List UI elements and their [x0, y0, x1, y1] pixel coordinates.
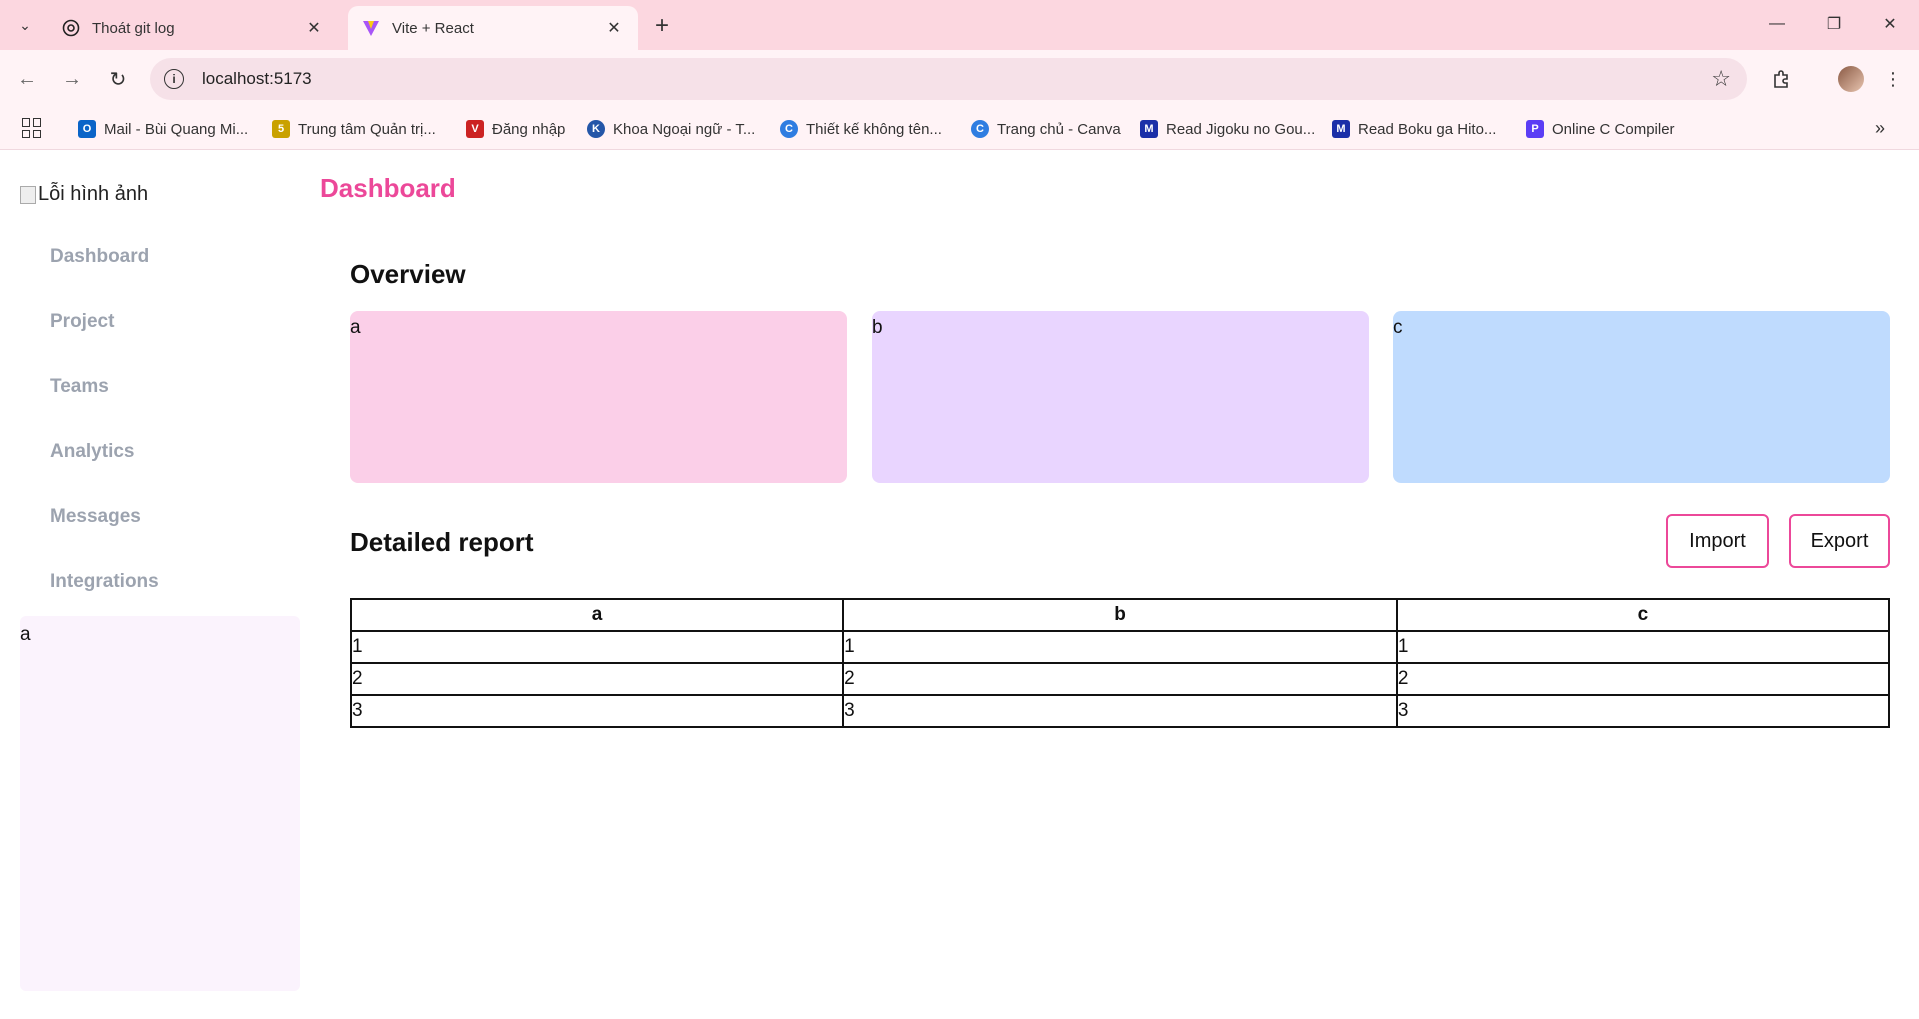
bookmarks-bar: O Mail - Bùi Quang Mi... 5 Trung tâm Quả… — [0, 108, 1919, 150]
report-table: a b c 1 1 1 2 2 2 3 3 3 — [349, 598, 1891, 728]
bookmark-jigoku[interactable]: M Read Jigoku no Gou... — [1140, 118, 1315, 140]
table-cell: 1 — [1395, 630, 1891, 664]
sidebar-item-integrations[interactable]: Integrations — [50, 571, 159, 593]
bookmark-star-icon[interactable]: ☆ — [1711, 66, 1731, 92]
back-arrow-icon[interactable]: ← — [12, 64, 42, 94]
bookmark-dang-nhap[interactable]: V Đăng nhập — [466, 118, 565, 140]
logo-alt-text: Lỗi hình ảnh — [38, 183, 149, 205]
close-tab-icon[interactable]: ✕ — [604, 18, 624, 38]
sidebar-item-messages[interactable]: Messages — [50, 506, 141, 528]
bookmark-label: Đăng nhập — [492, 120, 566, 138]
canva-icon: C — [780, 120, 798, 138]
tab-vite-react[interactable]: Vite + React ✕ — [348, 6, 638, 50]
page-viewport: Lỗi hình ảnh Dashboard Project Teams Ana… — [0, 151, 1919, 1019]
overview-card-b: b — [872, 311, 1369, 483]
overview-card-c: c — [1393, 311, 1890, 483]
bookmark-label: Khoa Ngoại ngữ - T... — [613, 120, 756, 138]
bookmark-label: Read Boku ga Hito... — [1358, 120, 1497, 138]
sidebar-item-teams[interactable]: Teams — [50, 376, 109, 398]
card-label: a — [350, 317, 361, 338]
page-title: Dashboard — [320, 173, 456, 203]
apps-grid-icon[interactable] — [22, 118, 42, 138]
broken-image-icon — [20, 185, 36, 204]
bookmark-trung-tam[interactable]: 5 Trung tâm Quản trị... — [272, 118, 436, 140]
school-icon: K — [587, 120, 605, 138]
table-cell: 1 — [349, 630, 845, 664]
bookmark-label: Read Jigoku no Gou... — [1166, 120, 1316, 138]
more-bookmarks-chevron-icon[interactable]: » — [1875, 118, 1885, 139]
table-cell: 1 — [842, 630, 1398, 664]
column-header: c — [1395, 598, 1891, 632]
table-cell: 3 — [1395, 694, 1891, 728]
profile-avatar[interactable] — [1838, 66, 1864, 92]
outlook-icon: O — [78, 120, 96, 138]
close-tab-icon[interactable]: ✕ — [304, 18, 324, 38]
table-cell: 3 — [349, 694, 845, 728]
sidebar-panel-text: a — [20, 624, 31, 645]
url-text[interactable]: localhost:5173 — [202, 69, 312, 89]
bookmark-canva[interactable]: C Trang chủ - Canva — [971, 118, 1121, 140]
bookmark-khoa-ngoai-ngu[interactable]: K Khoa Ngoại ngữ - T... — [587, 118, 755, 140]
table-cell: 2 — [1395, 662, 1891, 696]
table-cell: 3 — [842, 694, 1398, 728]
bookmark-label: Trung tâm Quản trị... — [298, 120, 436, 138]
table-cell: 2 — [349, 662, 845, 696]
column-header: b — [842, 598, 1398, 632]
tab-title: Thoát git log — [92, 19, 175, 37]
bookmark-label: Mail - Bùi Quang Mi... — [104, 120, 249, 138]
table-row: 3 3 3 — [349, 694, 1891, 728]
table-row: 1 1 1 — [349, 630, 1891, 664]
restore-icon[interactable]: ❐ — [1814, 8, 1854, 40]
sidebar: Lỗi hình ảnh Dashboard Project Teams Ana… — [20, 151, 300, 1019]
tab-thoat-git-log[interactable]: Thoát git log ✕ — [48, 6, 338, 50]
card-label: b — [872, 317, 883, 338]
sidebar-item-project[interactable]: Project — [50, 311, 114, 333]
site-info-icon[interactable]: i — [164, 69, 184, 89]
column-header: a — [349, 598, 845, 632]
canva-icon: C — [971, 120, 989, 138]
import-button[interactable]: Import — [1666, 514, 1769, 568]
tab-title: Vite + React — [392, 19, 474, 37]
bookmark-label: Trang chủ - Canva — [997, 120, 1121, 138]
admin-icon: 5 — [272, 120, 290, 138]
manga-icon: M — [1140, 120, 1158, 138]
bookmark-boku[interactable]: M Read Boku ga Hito... — [1332, 118, 1496, 140]
logo-broken-image: Lỗi hình ảnh — [20, 183, 148, 206]
overview-heading: Overview — [350, 259, 466, 289]
manga-icon: M — [1332, 120, 1350, 138]
bookmark-label: Online C Compiler — [1552, 120, 1675, 138]
login-icon: V — [466, 120, 484, 138]
tab-strip: ⌄ Thoát git log ✕ Vite + React ✕ + — ❐ ✕ — [0, 0, 1919, 50]
bookmark-thiet-ke[interactable]: C Thiết kế không tên... — [780, 118, 942, 140]
extensions-puzzle-icon[interactable] — [1767, 64, 1797, 94]
browser-toolbar: ← → ↻ i localhost:5173 ☆ ⋮ — [0, 50, 1919, 108]
tab-search-chevron-icon[interactable]: ⌄ — [10, 10, 40, 40]
detailed-report-heading: Detailed report — [350, 527, 534, 557]
table-row: 2 2 2 — [349, 662, 1891, 696]
main-content: Dashboard Overview a b c Detailed report… — [320, 151, 1900, 1019]
export-button[interactable]: Export — [1789, 514, 1890, 568]
bookmark-label: Thiết kế không tên... — [806, 120, 942, 138]
openai-icon — [62, 19, 80, 37]
address-bar[interactable]: i localhost:5173 ☆ — [150, 58, 1747, 100]
vite-icon — [362, 19, 380, 37]
bookmark-mail[interactable]: O Mail - Bùi Quang Mi... — [78, 118, 248, 140]
table-cell: 2 — [842, 662, 1398, 696]
card-label: c — [1393, 317, 1403, 338]
minimize-icon[interactable]: — — [1757, 8, 1797, 40]
overview-card-a: a — [350, 311, 847, 483]
table-header-row: a b c — [349, 598, 1891, 632]
sidebar-item-analytics[interactable]: Analytics — [50, 441, 134, 463]
bookmark-online-c[interactable]: P Online C Compiler — [1526, 118, 1675, 140]
compiler-icon: P — [1526, 120, 1544, 138]
sidebar-panel: a — [20, 616, 300, 991]
reload-icon[interactable]: ↻ — [103, 64, 133, 94]
sidebar-item-dashboard[interactable]: Dashboard — [50, 246, 149, 268]
new-tab-plus-icon[interactable]: + — [648, 12, 676, 40]
menu-kebab-icon[interactable]: ⋮ — [1878, 64, 1908, 94]
close-window-icon[interactable]: ✕ — [1870, 8, 1910, 40]
forward-arrow-icon[interactable]: → — [57, 64, 87, 94]
